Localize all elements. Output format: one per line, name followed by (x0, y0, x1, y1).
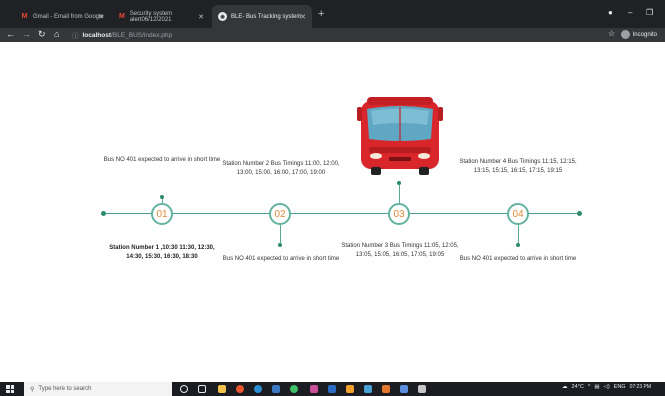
timeline-stem (518, 225, 519, 243)
network-icon[interactable]: ▤ (594, 384, 599, 390)
page-content: 01 Bus NO 401 expected to arrive in shor… (0, 42, 665, 382)
cortana-icon[interactable] (180, 385, 188, 393)
station-1-status: Bus NO 401 expected to arrive in short t… (103, 157, 221, 163)
reload-icon[interactable]: ↻ (38, 29, 46, 40)
search-placeholder: Type here to search (38, 386, 92, 392)
new-tab-button[interactable]: + (318, 8, 324, 20)
station-2-timings: Station Number 2 Bus Timings 11:00, 12:0… (222, 161, 340, 176)
app-icon[interactable] (364, 385, 372, 393)
tab-gmail[interactable]: M Gmail - Email from Google ✕ (14, 5, 110, 28)
station-2-status: Bus NO 401 expected to arrive in short t… (222, 256, 340, 262)
windows-taskbar: ⚲ Type here to search ☁ 24°C ^ ▤ ◁) ENG … (0, 382, 665, 396)
vlc-icon[interactable] (382, 385, 390, 393)
system-tray: ☁ 24°C ^ ▤ ◁) ENG 07:23 PM (562, 384, 651, 390)
app-icon[interactable] (272, 385, 280, 393)
station-node-02: 02 (269, 203, 291, 225)
station-node-03: 03 (388, 203, 410, 225)
app-icon[interactable] (310, 385, 318, 393)
station-4-timings: Station Number 4 Bus Timings 11:15, 12:1… (459, 159, 577, 174)
extension-icon[interactable]: ● (608, 8, 613, 17)
address-bar[interactable]: ⓘ localhost/BLE_BUS/index.php (72, 30, 173, 41)
tab-label: Gmail - Email from Google (33, 13, 104, 20)
app-icon[interactable] (400, 385, 408, 393)
timeline-stem (399, 182, 400, 203)
back-icon[interactable]: ← (6, 29, 15, 39)
close-icon[interactable]: ✕ (98, 13, 104, 21)
tab-label: Security system alert06/12/2021 (129, 10, 173, 23)
tab-security-alert[interactable]: M Security system alert06/12/2021 ✕ (112, 5, 210, 28)
station-3-timings: Station Number 3 Bus Timings 11:05, 12:0… (341, 243, 459, 258)
word-icon[interactable] (328, 385, 336, 393)
bookmark-star-icon[interactable]: ☆ (608, 29, 615, 38)
language-indicator[interactable]: ENG (614, 384, 626, 390)
clock[interactable]: 07:23 PM (630, 384, 651, 390)
incognito-icon (620, 30, 630, 39)
file-explorer-icon[interactable] (218, 385, 226, 393)
taskbar-search-box[interactable]: ⚲ Type here to search (24, 382, 172, 396)
timeline-end-dot (577, 211, 582, 216)
tab-label: BLE- Bus Tracking system (231, 13, 302, 20)
app-icon[interactable] (418, 385, 426, 393)
incognito-indicator[interactable]: Incognito (620, 30, 657, 39)
minimize-button[interactable]: – (628, 8, 632, 17)
close-icon[interactable]: ✕ (300, 13, 306, 21)
globe-icon: ◉ (218, 12, 227, 21)
restore-button[interactable]: ❐ (646, 8, 653, 17)
timeline-stem (280, 225, 281, 243)
gmail-icon: M (118, 13, 125, 20)
browser-toolbar: ← → ↻ ⌂ ⓘ localhost/BLE_BUS/index.php ☆ … (0, 28, 665, 42)
windows-start-icon[interactable] (6, 385, 14, 393)
station-4-status: Bus NO 401 expected to arrive in short t… (459, 256, 577, 262)
stem-dot (160, 195, 164, 199)
stem-dot (278, 243, 282, 247)
station-node-01: 01 (151, 203, 173, 225)
bus-illustration (357, 97, 443, 175)
weather-icon[interactable]: ☁ (562, 384, 568, 390)
info-icon: ⓘ (72, 33, 79, 40)
url-path: /BLE_BUS/index.php (111, 31, 173, 39)
incognito-label: Incognito (632, 31, 657, 38)
browser-tab-strip: M Gmail - Email from Google ✕ M Security… (0, 0, 665, 28)
search-icon: ⚲ (30, 386, 35, 393)
task-view-icon[interactable] (198, 385, 206, 393)
gmail-icon: M (21, 13, 28, 20)
forward-icon[interactable]: → (22, 29, 31, 39)
stem-dot (516, 243, 520, 247)
edge-icon[interactable] (254, 385, 262, 393)
volume-icon[interactable]: ◁) (604, 384, 610, 390)
timeline-start-dot (101, 211, 106, 216)
station-1-timings: Station Number 1 ,10:30 11:30, 12:30, 14… (109, 245, 215, 260)
tab-bus-tracking[interactable]: ◉ BLE- Bus Tracking system ✕ (212, 5, 312, 28)
url-host: localhost (82, 31, 112, 39)
app-icon[interactable] (346, 385, 354, 393)
station-node-04: 04 (507, 203, 529, 225)
close-icon[interactable]: ✕ (198, 13, 204, 21)
weather-temp[interactable]: 24°C (572, 384, 584, 390)
chevron-up-icon[interactable]: ^ (588, 384, 591, 390)
whatsapp-icon[interactable] (290, 385, 298, 393)
home-icon[interactable]: ⌂ (54, 29, 59, 39)
app-icon[interactable] (236, 385, 244, 393)
stem-dot (397, 181, 401, 185)
